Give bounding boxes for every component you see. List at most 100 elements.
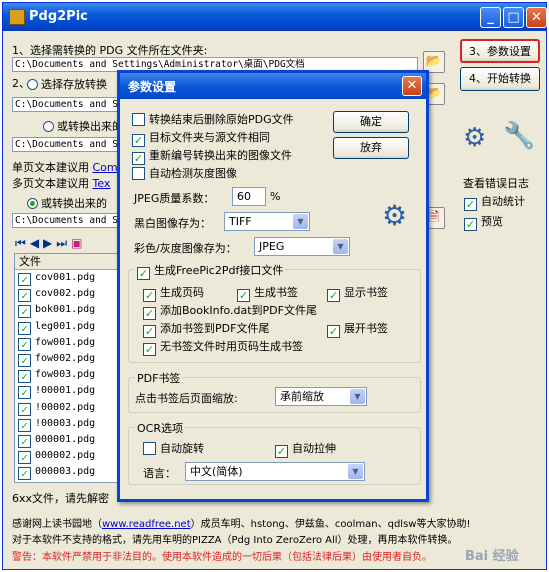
file-row[interactable]: ✓ 000001.pdg [15,432,119,448]
ocr-group: OCR选项 自动旋转 ✓ 自动拉伸 语言： 中文(简体) ▼ [128,420,421,485]
file-check-icon[interactable]: ✓ [18,289,31,303]
add-bookinfo-check-icon[interactable]: ✓ [143,307,156,320]
show-bookmark-checkbox[interactable]: ✓ 显示书签 [327,284,388,302]
gen-page-checkbox[interactable]: ✓ 生成页码 [143,284,204,302]
radio-converted-a[interactable]: 或转换出来的 [43,118,123,134]
show-bookmark-check-icon[interactable]: ✓ [327,289,340,302]
freepic-check-icon[interactable]: ✓ [137,267,150,280]
gen-bookmark-checkbox[interactable]: ✓ 生成书签 [237,284,298,302]
color-format-select[interactable]: JPEG ▼ [254,237,350,256]
no-bookmark-file-checkbox[interactable]: ✓ 无书签文件时用页码生成书签 [143,338,303,356]
opt-renumber-check-icon[interactable]: ✓ [132,152,145,165]
start-button[interactable]: 4、开始转换 [460,67,540,91]
preview-checkbox[interactable]: ✓ 预览 [464,213,503,231]
add-bookmark-pdf-check-icon[interactable]: ✓ [143,325,156,338]
preview-check-icon[interactable]: ✓ [464,218,477,231]
file-row[interactable]: ✓ fow003.pdg [15,367,119,384]
opt-delete-check-icon[interactable] [132,113,145,126]
file-check-icon[interactable]: ✓ [18,451,31,465]
file-list[interactable]: 文件 ✓ cov001.pdg ✓ cov002.pdg ✓ bok001.pdg ✓ leg… [14,253,120,483]
file-row[interactable]: ✓ fow002.pdg [15,351,119,367]
auto-stat-checkbox[interactable]: ✓ 自动统计 [464,193,525,211]
file-check-icon[interactable]: ✓ [18,467,31,481]
opt-gray-check-icon[interactable] [132,167,145,180]
file-check-icon[interactable]: ✓ [18,273,31,286]
close-button[interactable]: ✕ [526,7,547,28]
radio-converted-a-icon[interactable] [43,121,54,132]
file-check-icon[interactable]: ✓ [18,434,31,448]
output-path-field[interactable]: C:\Documents and S [12,97,120,112]
file-check-icon[interactable]: ✓ [18,353,31,367]
file-row[interactable]: ✓ 000002.pdg [15,448,119,465]
file-name: 000001.pdg [35,433,96,445]
language-select[interactable]: 中文(简体) ▼ [185,462,365,481]
radio-output-folder[interactable]: 选择存放转换 [27,76,107,92]
cancel-button[interactable]: 放弃 [333,137,409,159]
next-icon[interactable]: ▶ [43,236,56,250]
opt-gray-checkbox[interactable]: 自动检测灰度图像 [132,165,237,181]
file-row[interactable]: ✓ !00003.pdg [15,416,119,432]
file-check-icon[interactable]: ✓ [18,402,31,416]
radio-converted-b-icon[interactable] [27,198,38,209]
file-list-header[interactable]: 文件 [15,254,119,270]
file-row[interactable]: ✓ !00001.pdg [15,383,119,400]
file-row[interactable]: ✓ fow001.pdg [15,335,119,351]
gen-page-check-icon[interactable]: ✓ [143,289,156,302]
freepic-checkbox[interactable]: ✓ 生成FreePic2Pdf接口文件 [135,262,286,280]
readfree-link[interactable]: www.readfree.net [102,519,191,530]
chevron-down-icon[interactable]: ▼ [333,239,348,254]
expand-bookmark-checkbox[interactable]: ✓ 展开书签 [327,320,388,338]
last-icon[interactable]: ⏭ [56,236,71,250]
file-name: 000002.pdg [35,450,96,462]
opt-delete-checkbox[interactable]: 转换结束后删除原始PDG文件 [132,111,294,127]
ok-button[interactable]: 确定 [333,111,409,133]
chevron-down-icon[interactable]: ▼ [348,464,363,479]
params-button[interactable]: 3、参数设置 [460,39,540,63]
jpeg-quality-input[interactable]: 60 [232,187,266,206]
file-row[interactable]: ✓ !00002.pdg [15,400,119,416]
no-bookmark-file-check-icon[interactable]: ✓ [143,343,156,356]
file-check-icon[interactable]: ✓ [18,370,31,384]
single-page-link[interactable]: Com [93,161,118,174]
auto-rotate-check-icon[interactable] [143,442,156,455]
bw-format-select[interactable]: TIFF ▼ [224,212,310,231]
zoom-select[interactable]: 承前缩放 ▼ [275,387,367,406]
path-field-3[interactable]: C:\Documents and S [12,137,120,152]
wrench-icon[interactable]: 🔧 [503,121,535,151]
file-row[interactable]: ✓ 000003.pdg [15,464,119,481]
auto-stat-check-icon[interactable]: ✓ [464,198,477,211]
file-check-icon[interactable]: ✓ [18,337,31,351]
file-check-icon[interactable]: ✓ [18,305,31,319]
opt-same-folder-check-icon[interactable]: ✓ [132,134,145,147]
dialog-close-button[interactable]: ✕ [402,76,422,96]
opt-same-folder-checkbox[interactable]: ✓ 目标文件夹与源文件相同 [132,129,270,147]
auto-stretch-check-icon[interactable]: ✓ [275,445,288,458]
chevron-down-icon[interactable]: ▼ [350,389,365,404]
page-icon[interactable]: ▣ [71,236,86,250]
chevron-down-icon[interactable]: ▼ [293,214,308,229]
file-row[interactable]: ✓ cov001.pdg [15,270,119,286]
file-check-icon[interactable]: ✓ [18,386,31,400]
expand-bookmark-check-icon[interactable]: ✓ [327,325,340,338]
settings-icon[interactable]: ⚙ [463,123,486,153]
path-field-4[interactable]: C:\Documents and S [12,213,120,228]
file-check-icon[interactable]: ✓ [18,418,31,432]
multi-page-link[interactable]: Tex [93,177,111,190]
error-log-title[interactable]: 查看错误日志 [463,175,529,191]
maximize-button[interactable]: □ [503,7,524,28]
auto-rotate-checkbox[interactable]: 自动旋转 [143,440,204,456]
radio-converted-b[interactable]: 或转换出来的 [27,195,107,211]
auto-stretch-checkbox[interactable]: ✓ 自动拉伸 [275,440,336,458]
file-row[interactable]: ✓ leg001.pdg [15,319,119,335]
file-row[interactable]: ✓ cov002.pdg [15,286,119,303]
minimize-button[interactable]: _ [480,7,501,28]
opt-renumber-checkbox[interactable]: ✓ 重新编号转换出来的图像文件 [132,147,292,165]
add-bookmark-pdf-checkbox[interactable]: ✓ 添加书签到PDF文件尾 [143,320,269,338]
file-row[interactable]: ✓ bok001.pdg [15,302,119,319]
radio-output-icon[interactable] [27,79,38,90]
gen-bookmark-check-icon[interactable]: ✓ [237,289,250,302]
prev-icon[interactable]: ◀ [30,236,43,250]
file-check-icon[interactable]: ✓ [18,321,31,335]
add-bookinfo-checkbox[interactable]: ✓ 添加BookInfo.dat到PDF文件尾 [143,302,317,320]
first-icon[interactable]: ⏮ [15,236,30,250]
